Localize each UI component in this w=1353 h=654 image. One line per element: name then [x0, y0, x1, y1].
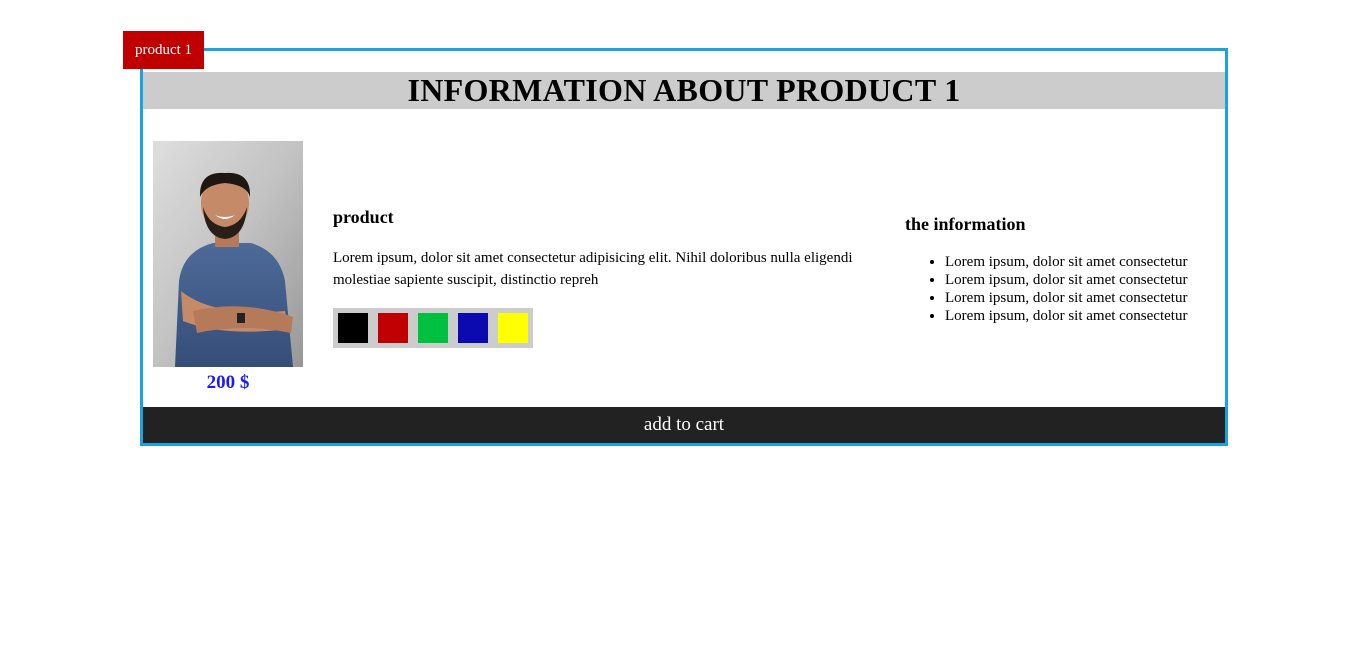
color-swatch-4[interactable] — [458, 313, 488, 343]
color-swatch-5[interactable] — [498, 313, 528, 343]
product-details: product Lorem ipsum, dolor sit amet cons… — [333, 206, 853, 348]
product-heading: product — [333, 207, 394, 227]
color-swatch-2[interactable] — [378, 313, 408, 343]
info-list-item: Lorem ipsum, dolor sit amet consectetur — [945, 271, 1205, 289]
info-list: Lorem ipsum, dolor sit amet consectetur … — [905, 253, 1205, 325]
color-swatch-3[interactable] — [418, 313, 448, 343]
product-photo — [153, 141, 303, 367]
product-price: 200 $ — [206, 372, 250, 393]
page-title: INFORMATION ABOUT PRODUCT 1 — [143, 72, 1225, 109]
color-swatch-1[interactable] — [338, 313, 368, 343]
information-panel: the information Lorem ipsum, dolor sit a… — [905, 213, 1205, 325]
info-list-item: Lorem ipsum, dolor sit amet consectetur — [945, 289, 1205, 307]
color-swatches — [333, 308, 533, 348]
info-heading: the information — [905, 214, 1026, 234]
product-tag: product 1 — [123, 31, 204, 69]
product-description: Lorem ipsum, dolor sit amet consectetur … — [333, 250, 853, 288]
add-to-cart-button[interactable]: add to cart — [143, 407, 1225, 443]
product-card: INFORMATION ABOUT PRODUCT 1 200 $ produc… — [140, 48, 1228, 446]
info-list-item: Lorem ipsum, dolor sit amet consectetur — [945, 307, 1205, 325]
info-list-item: Lorem ipsum, dolor sit amet consectetur — [945, 253, 1205, 271]
